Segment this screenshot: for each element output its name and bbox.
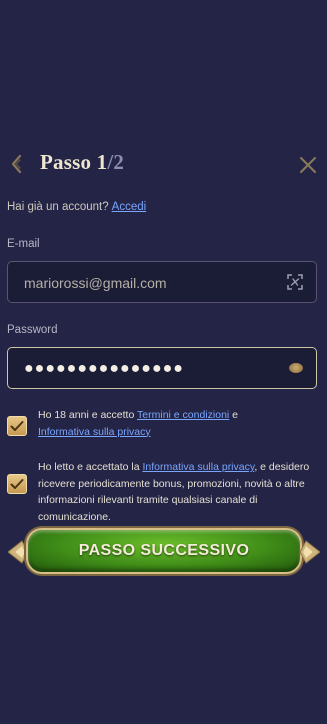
email-field-box [7, 261, 317, 304]
login-prompt: Hai già un account? Accedi [7, 201, 146, 213]
close-icon [300, 157, 316, 173]
email-field[interactable] [22, 262, 276, 304]
age-terms-checkbox[interactable] [7, 416, 27, 436]
login-prompt-text: Hai già un account? [7, 201, 109, 213]
password-label: Password [7, 324, 58, 336]
close-button[interactable] [298, 155, 318, 175]
password-field-box [7, 347, 317, 390]
next-step-button[interactable]: PASSO SUCCESSIVO [26, 528, 302, 574]
eye-icon[interactable] [289, 363, 303, 373]
email-label: E-mail [7, 238, 40, 250]
checkmark-icon [10, 479, 24, 489]
consent-marketing-text: Ho letto e accettato la Informativa sull… [38, 459, 318, 525]
step-current: 1 [96, 150, 108, 174]
step-header: Passo 1/2 [0, 146, 327, 182]
password-field[interactable] [22, 348, 276, 390]
consent-age-row: Ho 18 anni e accetto Termini e condizion… [7, 407, 319, 443]
consent-marketing-row: Ho letto e accettato la Informativa sull… [7, 459, 319, 523]
login-link[interactable]: Accedi [112, 201, 147, 213]
consent-age-text-middle: e [229, 409, 239, 421]
chevron-left-icon [11, 154, 22, 174]
marketing-checkbox[interactable] [7, 474, 27, 494]
consent-age-text: Ho 18 anni e accetto Termini e condizion… [38, 407, 318, 440]
terms-link[interactable]: Termini e condizioni [137, 409, 229, 421]
privacy-link[interactable]: Informativa sulla privacy [38, 426, 151, 438]
checkmark-icon [10, 421, 24, 431]
step-label: Passo [40, 150, 92, 174]
privacy-link-2[interactable]: Informativa sulla privacy [142, 461, 254, 473]
consent-marketing-text-before: Ho letto e accettato la [38, 461, 143, 473]
next-step-button-wrap: PASSO SUCCESSIVO [8, 525, 320, 579]
next-step-button-label: PASSO SUCCESSIVO [78, 542, 250, 559]
ornament-right-icon [299, 540, 320, 564]
back-button[interactable] [9, 154, 25, 174]
scan-icon[interactable] [287, 274, 303, 290]
step-total: 2 [113, 150, 125, 174]
consent-age-text-before: Ho 18 anni e accetto [38, 409, 138, 421]
step-title: Passo 1/2 [40, 150, 124, 175]
